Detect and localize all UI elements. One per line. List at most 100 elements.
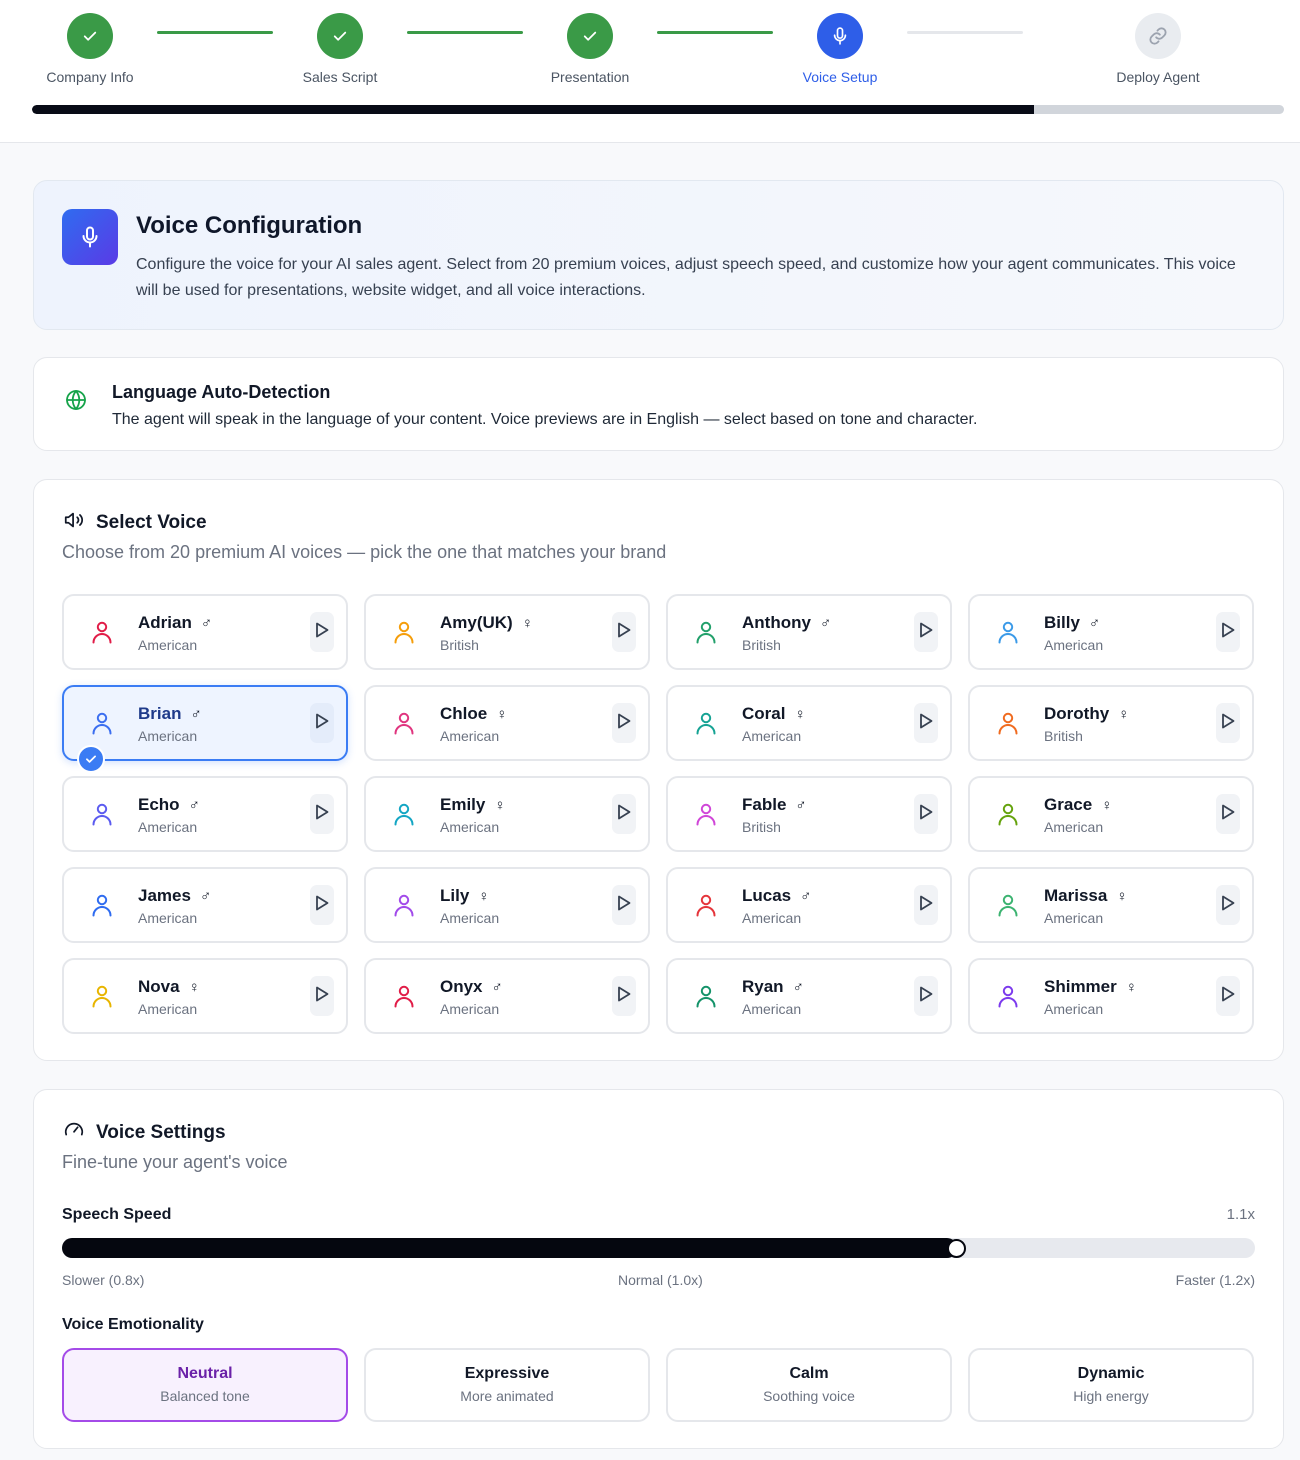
gender-icon: ♀ — [521, 614, 533, 632]
emotion-option-expressive[interactable]: Expressive More animated — [364, 1348, 650, 1422]
voice-card-nova[interactable]: Nova ♀ American — [62, 958, 348, 1034]
voice-card-grace[interactable]: Grace ♀ American — [968, 776, 1254, 852]
voice-card-echo[interactable]: Echo ♂ American — [62, 776, 348, 852]
user-icon — [393, 984, 415, 1008]
slider-fill — [62, 1238, 957, 1258]
check-icon — [567, 13, 613, 59]
voice-card-shimmer[interactable]: Shimmer ♀ American — [968, 958, 1254, 1034]
voice-accent: American — [1044, 910, 1104, 926]
play-preview-button[interactable] — [1216, 976, 1240, 1016]
voice-card-chloe[interactable]: Chloe ♀ American — [364, 685, 650, 761]
step-deploy-agent[interactable]: Deploy Agent — [1078, 13, 1238, 85]
play-icon — [1221, 986, 1235, 1007]
play-preview-button[interactable] — [914, 612, 938, 652]
voice-name-row: Dorothy ♀ — [1044, 704, 1129, 724]
play-preview-button[interactable] — [1216, 885, 1240, 925]
voice-name-row: Amy(UK) ♀ — [440, 613, 533, 633]
section-header: Voice Settings — [62, 1119, 226, 1147]
emotion-option-neutral[interactable]: Neutral Balanced tone — [62, 1348, 348, 1422]
user-icon — [393, 893, 415, 917]
step-sales-script[interactable]: Sales Script — [260, 13, 420, 85]
voice-name: Ryan — [742, 977, 784, 996]
voice-card-brian[interactable]: Brian ♂ American — [62, 685, 348, 773]
play-preview-button[interactable] — [914, 885, 938, 925]
voice-card-anthony[interactable]: Anthony ♂ British — [666, 594, 952, 670]
emotion-option-calm[interactable]: Calm Soothing voice — [666, 1348, 952, 1422]
microphone-icon — [817, 13, 863, 59]
page-title: Voice Configuration — [136, 212, 363, 239]
voice-card-ryan[interactable]: Ryan ♂ American — [666, 958, 952, 1034]
play-preview-button[interactable] — [612, 885, 636, 925]
user-icon — [695, 620, 717, 644]
voice-name-row: Chloe ♀ — [440, 704, 507, 724]
play-icon — [315, 804, 329, 825]
notice-title: Language Auto-Detection — [112, 382, 331, 402]
voice-card-onyx[interactable]: Onyx ♂ American — [364, 958, 650, 1034]
gender-icon: ♀ — [1101, 796, 1113, 814]
step-voice-setup[interactable]: Voice Setup — [760, 13, 920, 85]
step-label: Company Info — [46, 69, 134, 85]
section-header: Select Voice — [62, 509, 207, 537]
play-preview-button[interactable] — [1216, 703, 1240, 743]
emotion-option-dynamic[interactable]: Dynamic High energy — [968, 1348, 1254, 1422]
voice-name-row: Adrian ♂ — [138, 613, 212, 633]
play-preview-button[interactable] — [612, 794, 636, 834]
play-preview-button[interactable] — [310, 612, 334, 652]
gender-icon: ♀ — [1116, 887, 1128, 905]
voice-card-lucas[interactable]: Lucas ♂ American — [666, 867, 952, 943]
voice-card-coral[interactable]: Coral ♀ American — [666, 685, 952, 761]
gender-icon: ♂ — [819, 614, 832, 632]
voice-accent: American — [742, 1001, 802, 1017]
voice-card-adrian[interactable]: Adrian ♂ American — [62, 594, 348, 670]
play-preview-button[interactable] — [914, 703, 938, 743]
voice-name: Onyx — [440, 977, 483, 996]
user-icon — [393, 711, 415, 735]
voice-card-marissa[interactable]: Marissa ♀ American — [968, 867, 1254, 943]
voice-name: Dorothy — [1044, 704, 1110, 723]
voice-accent: American — [440, 1001, 500, 1017]
emotion-desc: Soothing voice — [763, 1388, 855, 1404]
play-preview-button[interactable] — [612, 612, 636, 652]
step-presentation[interactable]: Presentation — [510, 13, 670, 85]
play-preview-button[interactable] — [612, 703, 636, 743]
voice-configuration-banner: Voice Configuration Configure the voice … — [33, 180, 1284, 330]
section-subtitle: Fine-tune your agent's voice — [62, 1152, 288, 1172]
play-preview-button[interactable] — [310, 976, 334, 1016]
user-icon — [393, 620, 415, 644]
play-preview-button[interactable] — [310, 794, 334, 834]
voice-accent: American — [138, 1001, 198, 1017]
play-preview-button[interactable] — [914, 976, 938, 1016]
gender-icon: ♂ — [190, 705, 202, 723]
voice-accent: American — [1044, 637, 1104, 653]
voice-card-dorothy[interactable]: Dorothy ♀ British — [968, 685, 1254, 761]
voice-name-row: Marissa ♀ — [1044, 886, 1128, 906]
slider-thumb[interactable] — [946, 1239, 966, 1258]
play-icon — [617, 622, 631, 643]
play-preview-button[interactable] — [310, 703, 334, 743]
play-icon — [617, 804, 631, 825]
voice-card-fable[interactable]: Fable ♂ British — [666, 776, 952, 852]
speech-speed-slider[interactable] — [62, 1238, 1255, 1258]
user-icon — [695, 711, 717, 735]
voice-accent: American — [742, 910, 802, 926]
voice-name-row: Onyx ♂ — [440, 977, 503, 997]
voice-card-lily[interactable]: Lily ♀ American — [364, 867, 650, 943]
gender-icon: ♂ — [792, 978, 804, 996]
play-preview-button[interactable] — [310, 885, 334, 925]
voice-card-amy-uk[interactable]: Amy(UK) ♀ British — [364, 594, 650, 670]
play-preview-button[interactable] — [914, 794, 938, 834]
play-icon — [315, 622, 329, 643]
play-preview-button[interactable] — [1216, 612, 1240, 652]
voice-card-emily[interactable]: Emily ♀ American — [364, 776, 650, 852]
play-preview-button[interactable] — [1216, 794, 1240, 834]
voice-card-billy[interactable]: Billy ♂ American — [968, 594, 1254, 670]
user-icon — [695, 893, 717, 917]
voice-name: Chloe — [440, 704, 488, 723]
voice-card-james[interactable]: James ♂ American — [62, 867, 348, 943]
step-company-info[interactable]: Company Info — [10, 13, 170, 85]
voice-accent: American — [440, 819, 500, 835]
speaker-icon — [62, 509, 86, 537]
link-icon — [1135, 13, 1181, 59]
gender-icon: ♂ — [491, 978, 503, 996]
play-preview-button[interactable] — [612, 976, 636, 1016]
